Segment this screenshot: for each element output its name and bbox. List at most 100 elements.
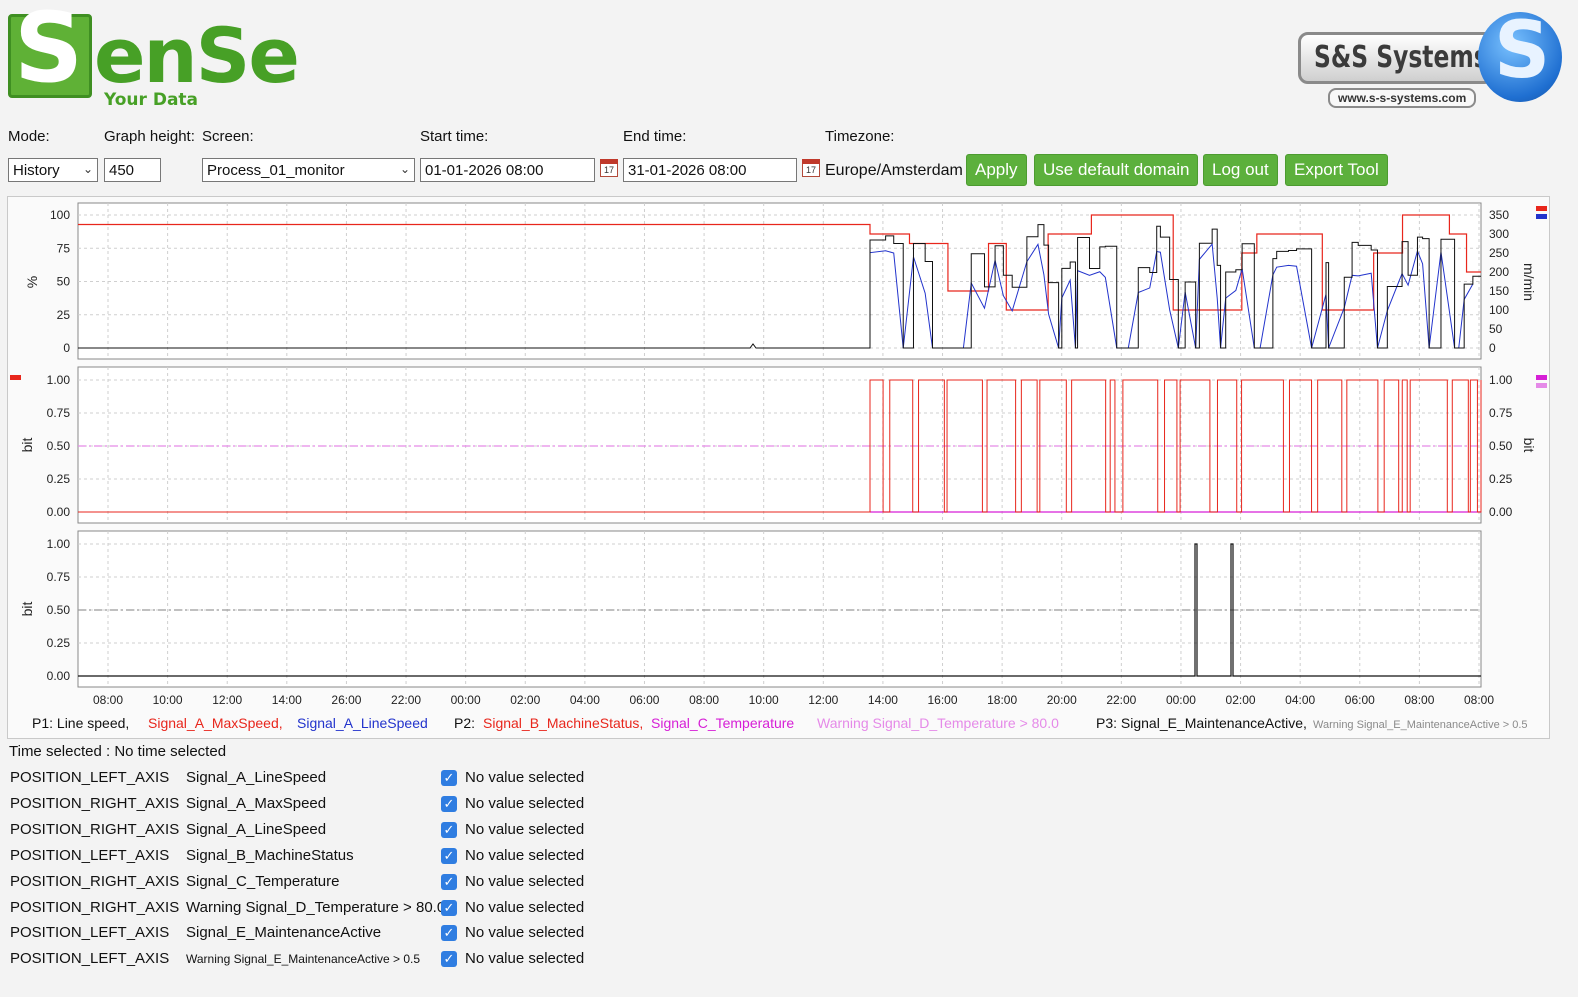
export-tool-button[interactable]: Export Tool (1285, 154, 1388, 186)
screen-label: Screen: (202, 128, 254, 145)
legend-marker-magenta (1536, 375, 1547, 380)
y-tick-label: 0.00 (1489, 505, 1513, 519)
plot-panel-3 (77, 530, 1482, 688)
legend-entry: Signal_B_MachineStatus, (483, 715, 643, 731)
legend-entry: Warning Signal_E_MaintenanceActive > 0.5 (1313, 719, 1528, 731)
signal-value: No value selected (465, 950, 585, 968)
end-time-input[interactable]: 31-01-2026 08:00 (623, 158, 797, 182)
start-calendar-icon[interactable]: 17 (600, 159, 618, 177)
signal-visibility-checkbox[interactable]: ✓ (441, 899, 457, 916)
y-tick-label: 1.00 (47, 373, 71, 387)
y-tick-label: 0.25 (1489, 472, 1513, 486)
chart-svg[interactable]: 10075502503503002502001501005001.000.750… (8, 197, 1551, 740)
x-tick-label: 04:00 (570, 693, 600, 707)
end-time-label: End time: (623, 128, 687, 145)
signal-axis-position: POSITION_RIGHT_AXIS (10, 898, 180, 916)
screen-select-value: Process_01_monitor (207, 162, 345, 179)
ss-systems-logo: S&S Systems www.s-s-systems.com S (1298, 10, 1568, 114)
ss-swirl-letter: S (1494, 6, 1551, 96)
chart-area[interactable]: 100 75 50 25 0 350 300 250 200 150 100 50 0 1.00 0.75 0… (7, 196, 1550, 739)
mode-select-value: History (13, 162, 60, 179)
signal-axis-position: POSITION_LEFT_AXIS (10, 769, 170, 786)
legend-entry: P2: (454, 715, 475, 731)
y-tick-label: 1.00 (47, 537, 71, 551)
sense-logo: S enSe Your Data (8, 0, 300, 112)
signal-visibility-checkbox[interactable]: ✓ (441, 951, 457, 968)
chevron-down-icon: ⌄ (82, 162, 93, 176)
y-tick-label: 0.50 (47, 439, 71, 453)
y-tick-label: 150 (1489, 284, 1509, 298)
signal-axis-position: POSITION_RIGHT_AXIS (10, 872, 180, 890)
start-time-label: Start time: (420, 128, 489, 145)
signal-value: No value selected (465, 820, 585, 838)
x-tick-label: 12:00 (212, 693, 242, 707)
legend-entry: Signal_A_MaxSpeed, (148, 715, 283, 731)
signal-visibility-checkbox[interactable]: ✓ (441, 795, 457, 812)
logo-s-letter: S (14, 0, 84, 104)
signal-axis-position: POSITION_LEFT_AXIS (10, 846, 170, 864)
log-out-button[interactable]: Log out (1203, 154, 1278, 186)
signal-visibility-checkbox[interactable]: ✓ (441, 873, 457, 890)
legend-entry: P3: Signal_E_MaintenanceActive, (1096, 715, 1307, 731)
use-default-domain-button[interactable]: Use default domain (1034, 154, 1199, 186)
graph-height-label: Graph height: (104, 128, 195, 145)
mode-select[interactable]: History ⌄ (8, 158, 98, 182)
signal-visibility-checkbox[interactable]: ✓ (441, 847, 457, 864)
signal-name: Signal_A_LineSpeed (186, 820, 327, 838)
apply-button[interactable]: Apply (966, 154, 1027, 186)
x-tick-label: 06:00 (1345, 693, 1375, 707)
x-tick-label: 10:00 (749, 693, 779, 707)
signal-visibility-checkbox[interactable]: ✓ (441, 770, 457, 786)
legend-marker-light-magenta (1536, 383, 1547, 388)
y-tick-label: 0 (1489, 341, 1496, 355)
x-tick-label: 08:00 (1464, 693, 1494, 707)
signal-value: No value selected (465, 872, 585, 890)
signal-name: Signal_C_Temperature (186, 872, 340, 890)
plot-panel-2 (77, 366, 1482, 524)
x-tick-label: 04:00 (1285, 693, 1315, 707)
signal-name: Warning Signal_D_Temperature > 80.0 (186, 898, 446, 916)
ss-logo-url: www.s-s-systems.com (1328, 88, 1477, 108)
y-axis-label-left: % (24, 276, 40, 288)
y-tick-label: 100 (1489, 303, 1509, 317)
mode-label: Mode: (8, 128, 50, 145)
y-axis-label-left: bit (19, 602, 35, 617)
y-tick-label: 0.75 (47, 570, 71, 584)
x-tick-label: 02:00 (1226, 693, 1256, 707)
x-tick-label: 08:00 (1404, 693, 1434, 707)
y-axis-label-right: bit (1521, 438, 1537, 453)
signal-name: Signal_A_LineSpeed (186, 769, 327, 786)
y-tick-label: 0.00 (47, 505, 71, 519)
end-calendar-icon[interactable]: 17 (802, 159, 820, 177)
timezone-value[interactable]: Europe/Amsterdam (825, 162, 963, 180)
logo-wordmark: enSe (94, 11, 300, 100)
y-axis-label-left: bit (19, 438, 35, 453)
x-tick-label: 08:00 (689, 693, 719, 707)
signal-visibility-checkbox[interactable]: ✓ (441, 925, 457, 942)
legend-entry: Signal_A_LineSpeed (297, 715, 428, 731)
y-tick-label: 0.50 (1489, 439, 1513, 453)
signal-value: No value selected (465, 794, 585, 812)
legend-entry: Warning Signal_D_Temperature > 80.0 (817, 715, 1059, 731)
y-axis-label-right: m/min (1521, 263, 1537, 301)
graph-height-input[interactable]: 450 (104, 158, 161, 182)
x-tick-label: 06:00 (629, 693, 659, 707)
x-tick-label: 00:00 (451, 693, 481, 707)
x-tick-label: 14:00 (868, 693, 898, 707)
start-time-input[interactable]: 01-01-2026 08:00 (420, 158, 595, 182)
y-tick-label: 250 (1489, 246, 1509, 260)
x-tick-label: 22:00 (391, 693, 421, 707)
y-tick-label: 0.75 (47, 406, 71, 420)
signal-name: Warning Signal_E_MaintenanceActive > 0.5 (186, 952, 421, 967)
chevron-down-icon: ⌄ (399, 162, 410, 176)
screen-select[interactable]: Process_01_monitor ⌄ (202, 158, 415, 182)
y-tick-label: 0.25 (47, 636, 71, 650)
legend-marker-red (1536, 206, 1547, 211)
x-tick-label: 08:00 (93, 693, 123, 707)
x-tick-label: 00:00 (1166, 693, 1196, 707)
signal-value: No value selected (465, 924, 585, 942)
timezone-label: Timezone: (825, 128, 895, 145)
signal-axis-position: POSITION_RIGHT_AXIS (10, 794, 180, 812)
y-tick-label: 50 (1489, 322, 1503, 336)
signal-visibility-checkbox[interactable]: ✓ (441, 821, 457, 838)
